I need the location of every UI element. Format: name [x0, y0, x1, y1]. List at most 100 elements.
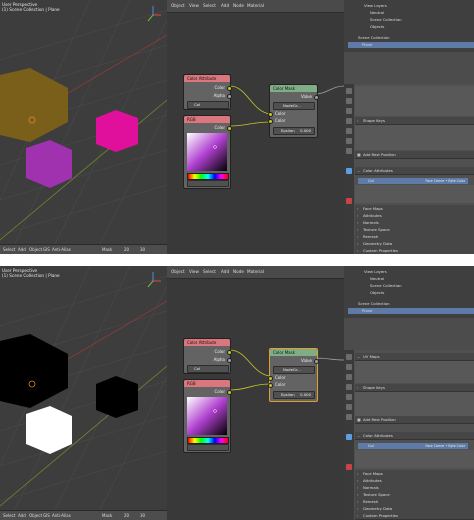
outliner-item[interactable]: View Layers	[364, 3, 387, 9]
material-tab-icon[interactable]	[346, 464, 352, 470]
render-tab-icon[interactable]	[346, 98, 352, 104]
world-tab-icon[interactable]	[346, 138, 352, 144]
view-layer-tab-icon[interactable]	[346, 118, 352, 124]
outliner-item[interactable]: View Layers	[364, 269, 387, 275]
axis-gizmo-icon[interactable]	[143, 269, 163, 291]
color-attribute-row[interactable]: Col Face Corner • Byte Color	[358, 178, 468, 184]
select-menu[interactable]: Select	[3, 513, 15, 518]
scene-tab-icon[interactable]	[346, 128, 352, 134]
add-menu[interactable]: Add	[18, 247, 26, 252]
anti-alias-toggle[interactable]: Anti-Alias	[52, 513, 71, 518]
anti-alias-toggle[interactable]: Anti-Alias	[52, 247, 71, 252]
rgb-output-socket[interactable]	[227, 390, 232, 395]
world-tab-icon[interactable]	[346, 404, 352, 410]
layer-select[interactable]: Col	[187, 365, 229, 373]
3d-viewport[interactable]: User Perspective (1) Scene Collection | …	[0, 266, 167, 520]
rgb-value-field[interactable]	[187, 444, 229, 451]
output-alpha-socket[interactable]	[227, 358, 232, 363]
object-tab-icon[interactable]	[346, 148, 352, 154]
epsilon-field[interactable]: Epsilon 0.000	[273, 391, 315, 399]
outliner-item[interactable]: Scene Collection	[370, 17, 402, 23]
outliner-item[interactable]: Neutral	[370, 10, 384, 16]
color-attribute-node[interactable]: Color Attribute Color Alpha Col	[183, 338, 232, 374]
value-field-1[interactable]: 20	[124, 513, 129, 518]
panel-add-rest-position[interactable]: ■ Add Rest Position	[355, 416, 474, 424]
gis-menu[interactable]: GIS	[43, 247, 50, 252]
outliner-plane[interactable]: Plane	[348, 308, 474, 314]
mask-field[interactable]: Mask	[102, 513, 112, 518]
uv-list[interactable]	[355, 361, 474, 383]
outliner-item[interactable]: Neutral	[370, 276, 384, 282]
panel-custom-properties[interactable]: › Custom Properties	[355, 512, 474, 520]
node-editor[interactable]: Object View Select Add Node Material Col…	[167, 0, 344, 254]
output-tab-icon[interactable]	[346, 374, 352, 380]
color-mask-node[interactable]: Color Mask Value NodeGr... Color Color E…	[268, 348, 319, 402]
outliner[interactable]: View Layers Neutral Scene Collection Obj…	[344, 0, 474, 52]
outliner-item[interactable]: Objects	[370, 24, 384, 30]
color1-socket[interactable]	[268, 376, 273, 381]
node-editor[interactable]: Object View Select Add Node Material Col…	[167, 266, 344, 520]
select-menu[interactable]: Select	[3, 247, 15, 252]
panel-shape-keys[interactable]: › Shape Keys	[355, 117, 474, 125]
color2-socket[interactable]	[268, 119, 273, 124]
color2-socket[interactable]	[268, 383, 273, 388]
outliner-scene-collection[interactable]: Scene Collection	[348, 301, 474, 307]
object-menu[interactable]: Object	[29, 247, 42, 252]
outliner-scene-collection[interactable]: Scene Collection	[348, 35, 474, 41]
panel-add-rest-position[interactable]: ■ Add Rest Position	[355, 151, 474, 159]
data-tab-icon[interactable]	[346, 434, 352, 440]
output-tab-icon[interactable]	[346, 108, 352, 114]
output-alpha-socket[interactable]	[227, 94, 232, 99]
mask-value-socket[interactable]	[314, 359, 319, 364]
axis-gizmo-icon[interactable]	[143, 3, 163, 25]
node-group-selector[interactable]: NodeGr...	[273, 366, 315, 374]
rgb-value-field[interactable]	[187, 180, 229, 187]
panel-shape-keys[interactable]: › Shape Keys	[355, 384, 474, 392]
color-mask-node[interactable]: Color Mask Value NodeGr... Color Color E…	[268, 84, 319, 138]
rgb-node[interactable]: RGB Color	[183, 115, 232, 189]
layer-select[interactable]: Col	[187, 101, 229, 109]
outliner-plane[interactable]: Plane	[348, 42, 474, 48]
view-layer-tab-icon[interactable]	[346, 384, 352, 390]
uv-list[interactable]	[355, 86, 474, 116]
color-attr-list[interactable]	[355, 450, 474, 468]
output-color-socket[interactable]	[227, 350, 232, 355]
value-field-2[interactable]: 30	[140, 247, 145, 252]
color-wheel[interactable]	[187, 133, 227, 171]
outliner-item[interactable]: Scene Collection	[370, 283, 402, 289]
render-tab-icon[interactable]	[346, 364, 352, 370]
panel-color-attributes[interactable]: ⌄ Color Attributes	[355, 432, 474, 440]
panel-custom-properties[interactable]: › Custom Properties	[355, 247, 474, 254]
hue-slider[interactable]	[187, 437, 229, 444]
scene-tab-icon[interactable]	[346, 394, 352, 400]
properties-tabs[interactable]	[344, 84, 354, 254]
color-attribute-node[interactable]: Color Attribute Color Alpha Col	[183, 74, 232, 110]
epsilon-field[interactable]: Epsilon 0.000	[273, 127, 315, 135]
gis-menu[interactable]: GIS	[43, 513, 50, 518]
value-field-1[interactable]: 20	[124, 247, 129, 252]
3d-viewport[interactable]: User Perspective (1) Scene Collection | …	[0, 0, 167, 254]
hue-slider[interactable]	[187, 173, 229, 180]
output-color-socket[interactable]	[227, 86, 232, 91]
color-attribute-row[interactable]: Col Face Corner • Byte Color	[358, 443, 468, 449]
color-wheel[interactable]	[187, 397, 227, 435]
shape-keys-list[interactable]	[355, 392, 474, 416]
rgb-node[interactable]: RGB Color	[183, 379, 232, 453]
outliner[interactable]: View Layers Neutral Scene Collection Obj…	[344, 266, 474, 318]
data-tab-icon[interactable]	[346, 168, 352, 174]
add-menu[interactable]: Add	[18, 513, 26, 518]
object-tab-icon[interactable]	[346, 414, 352, 420]
tool-tab-icon[interactable]	[346, 354, 352, 360]
color-attr-list[interactable]	[355, 185, 474, 203]
properties-tabs[interactable]	[344, 350, 354, 520]
panel-uv-maps[interactable]: ⌄ UV Maps	[355, 353, 474, 361]
object-menu[interactable]: Object	[29, 513, 42, 518]
panel-color-attributes[interactable]: ⌄ Color Attributes	[355, 167, 474, 175]
tool-tab-icon[interactable]	[346, 88, 352, 94]
value-field-2[interactable]: 30	[140, 513, 145, 518]
mask-value-socket[interactable]	[314, 95, 319, 100]
node-group-selector[interactable]: NodeGr...	[273, 102, 315, 110]
outliner-item[interactable]: Objects	[370, 290, 384, 296]
material-tab-icon[interactable]	[346, 198, 352, 204]
color1-socket[interactable]	[268, 112, 273, 117]
